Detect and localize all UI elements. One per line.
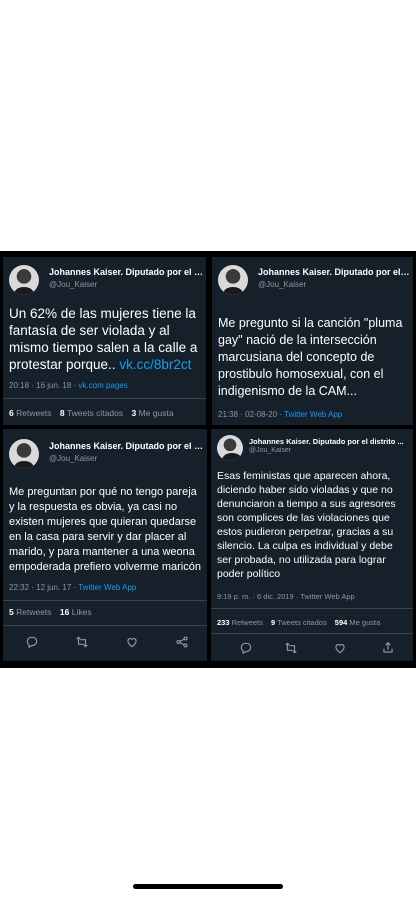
tweet-stats: 5 Retweets 16 Likes <box>9 607 98 617</box>
user-handle[interactable]: @Jou_Kaiser <box>49 454 97 463</box>
tweet-header: Johannes Kaiser. Diputado por el d... @J… <box>9 439 205 469</box>
retweet-icon[interactable] <box>284 641 298 655</box>
divider <box>211 633 413 634</box>
action-bar <box>211 641 413 655</box>
divider <box>3 398 206 399</box>
retweet-count[interactable]: 233 <box>217 618 230 627</box>
like-label[interactable]: Me gusta <box>139 408 174 418</box>
quote-label[interactable]: Tweets citados <box>67 408 123 418</box>
tweet-text: Me pregunto si la canción "pluma gay" na… <box>218 316 403 398</box>
quote-label[interactable]: Tweets citados <box>277 618 327 627</box>
tweet-header: Johannes Kaiser. Diputado por el d... @J… <box>9 265 204 295</box>
like-count[interactable]: 3 <box>131 408 136 418</box>
display-name[interactable]: Johannes Kaiser. Diputado por el d... <box>49 267 204 277</box>
timestamp[interactable]: 9:19 p. m. · 6 dic. 2019 · <box>217 592 300 601</box>
tweet-meta: 21:38 · 02-08-20 · Twitter Web App <box>218 410 342 419</box>
display-name[interactable]: Johannes Kaiser. Diputado por el distrit… <box>249 437 411 446</box>
display-name[interactable]: Johannes Kaiser. Diputado por el d... <box>49 441 205 451</box>
retweet-label[interactable]: Retweets <box>232 618 263 627</box>
tweet-source[interactable]: Twitter Web App <box>300 592 354 601</box>
tweet-collage: Johannes Kaiser. Diputado por el d... @J… <box>0 251 416 668</box>
tweet-meta: 22:32 · 12 jun. 17 · Twitter Web App <box>9 583 136 592</box>
reply-icon[interactable] <box>239 641 253 655</box>
avatar[interactable] <box>217 435 243 461</box>
tweet-card[interactable]: Johannes Kaiser. Diputado por el distrit… <box>211 429 413 661</box>
like-label[interactable]: Likes <box>72 607 92 617</box>
like-count[interactable]: 594 <box>335 618 348 627</box>
timestamp[interactable]: 20:18 · 16 jun. 18 · <box>9 381 78 390</box>
like-label[interactable]: Me gusta <box>349 618 380 627</box>
tweet-text: Me preguntan por qué no tengo pareja y l… <box>9 486 201 573</box>
tweet-text: Un 62% de las mujeres tiene la fantasía … <box>9 305 203 373</box>
tweet-card[interactable]: Johannes Kaiser. Diputado por el di... @… <box>212 257 413 425</box>
retweet-count[interactable]: 5 <box>9 607 14 617</box>
retweet-icon[interactable] <box>75 635 89 649</box>
reply-icon[interactable] <box>25 635 39 649</box>
divider <box>3 600 207 601</box>
tweet-meta: 9:19 p. m. · 6 dic. 2019 · Twitter Web A… <box>217 592 355 601</box>
tweet-header: Johannes Kaiser. Diputado por el di... @… <box>218 265 411 295</box>
tweet-header: Johannes Kaiser. Diputado por el distrit… <box>217 435 411 465</box>
action-bar <box>3 635 207 649</box>
tweet-source[interactable]: Twitter Web App <box>78 583 136 592</box>
retweet-count[interactable]: 6 <box>9 408 14 418</box>
quote-count[interactable]: 8 <box>60 408 65 418</box>
tweet-text: Esas feministas que aparecen ahora, dici… <box>217 470 396 580</box>
like-count[interactable]: 16 <box>60 607 69 617</box>
heart-icon[interactable] <box>125 635 139 649</box>
tweet-stats: 233 Retweets 9 Tweets citados 594 Me gus… <box>217 618 386 627</box>
heart-icon[interactable] <box>333 641 347 655</box>
tweet-stats: 6 Retweets 8 Tweets citados 3 Me gusta <box>9 408 180 418</box>
share-icon[interactable] <box>381 641 395 655</box>
user-handle[interactable]: @Jou_Kaiser <box>49 280 97 289</box>
tweet-source[interactable]: Twitter Web App <box>284 410 342 419</box>
timestamp[interactable]: 22:32 · 12 jun. 17 · <box>9 583 78 592</box>
user-handle[interactable]: @Jou_Kaiser <box>258 280 306 289</box>
display-name[interactable]: Johannes Kaiser. Diputado por el di... <box>258 267 411 277</box>
avatar[interactable] <box>218 265 248 295</box>
tweet-source[interactable]: vk.com pages <box>78 381 127 390</box>
divider <box>3 625 207 626</box>
divider <box>211 608 413 609</box>
retweet-label[interactable]: Retweets <box>16 408 51 418</box>
tweet-link[interactable]: vk.cc/8br2ct <box>119 357 191 372</box>
quote-count[interactable]: 9 <box>271 618 275 627</box>
home-indicator[interactable] <box>133 884 283 889</box>
retweet-label[interactable]: Retweets <box>16 607 51 617</box>
avatar[interactable] <box>9 439 39 469</box>
user-handle[interactable]: @Jou_Kaiser <box>249 447 291 454</box>
tweet-meta: 20:18 · 16 jun. 18 · vk.com pages <box>9 381 128 390</box>
avatar[interactable] <box>9 265 39 295</box>
tweet-card[interactable]: Johannes Kaiser. Diputado por el d... @J… <box>3 257 206 425</box>
timestamp[interactable]: 21:38 · 02-08-20 · <box>218 410 284 419</box>
tweet-card[interactable]: Johannes Kaiser. Diputado por el d... @J… <box>3 429 207 661</box>
share-icon[interactable] <box>175 635 189 649</box>
